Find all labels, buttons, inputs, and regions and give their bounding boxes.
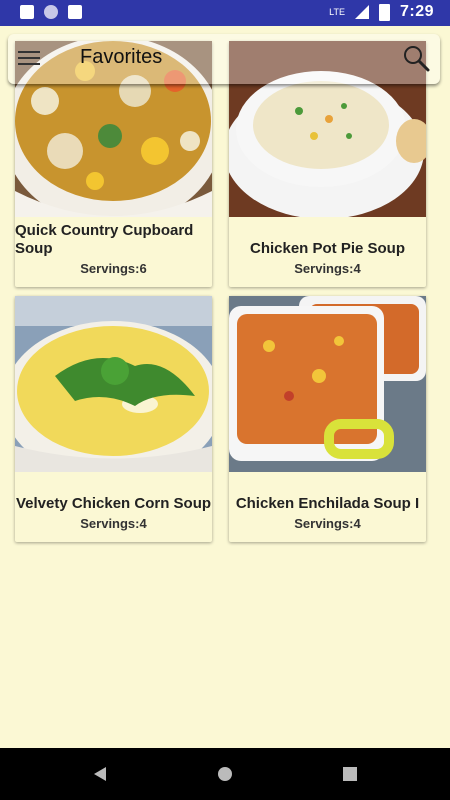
recents-square-icon[interactable] bbox=[342, 766, 358, 782]
status-bar: LTE 7:29 bbox=[0, 0, 450, 26]
app-bar: Favorites bbox=[8, 34, 440, 84]
recipe-title: Quick Country Cupboard Soup bbox=[15, 222, 194, 257]
signal-icon bbox=[354, 5, 369, 19]
recipe-servings: Servings:6 bbox=[80, 261, 147, 276]
recipe-title: Chicken Pot Pie Soup bbox=[249, 240, 406, 257]
home-circle-icon[interactable] bbox=[217, 766, 233, 782]
app-notification-icon bbox=[20, 5, 34, 19]
network-type-label: LTE bbox=[329, 7, 345, 17]
recipe-card[interactable]: Chicken Enchilada Soup I Servings:4 bbox=[229, 296, 426, 542]
battery-icon bbox=[378, 3, 390, 21]
recipe-servings: Servings:4 bbox=[80, 516, 147, 531]
hamburger-menu-icon[interactable] bbox=[18, 47, 42, 69]
recipe-card[interactable]: Velvety Chicken Corn Soup Servings:4 bbox=[15, 296, 212, 542]
page-title: Favorites bbox=[80, 46, 163, 68]
recipe-title: Velvety Chicken Corn Soup bbox=[15, 495, 212, 512]
notification-icons bbox=[20, 5, 82, 19]
status-time: 7:29 bbox=[399, 3, 434, 20]
recipe-image bbox=[229, 296, 426, 472]
back-triangle-icon[interactable] bbox=[92, 766, 108, 782]
recipe-title: Chicken Enchilada Soup I bbox=[235, 495, 420, 512]
system-nav-bar bbox=[0, 748, 450, 800]
search-icon[interactable] bbox=[402, 44, 430, 72]
recipe-image bbox=[15, 296, 212, 472]
recipe-servings: Servings:4 bbox=[294, 261, 361, 276]
sync-notification-icon bbox=[44, 5, 58, 19]
recipe-servings: Servings:4 bbox=[294, 516, 361, 531]
sd-card-icon bbox=[68, 5, 82, 19]
